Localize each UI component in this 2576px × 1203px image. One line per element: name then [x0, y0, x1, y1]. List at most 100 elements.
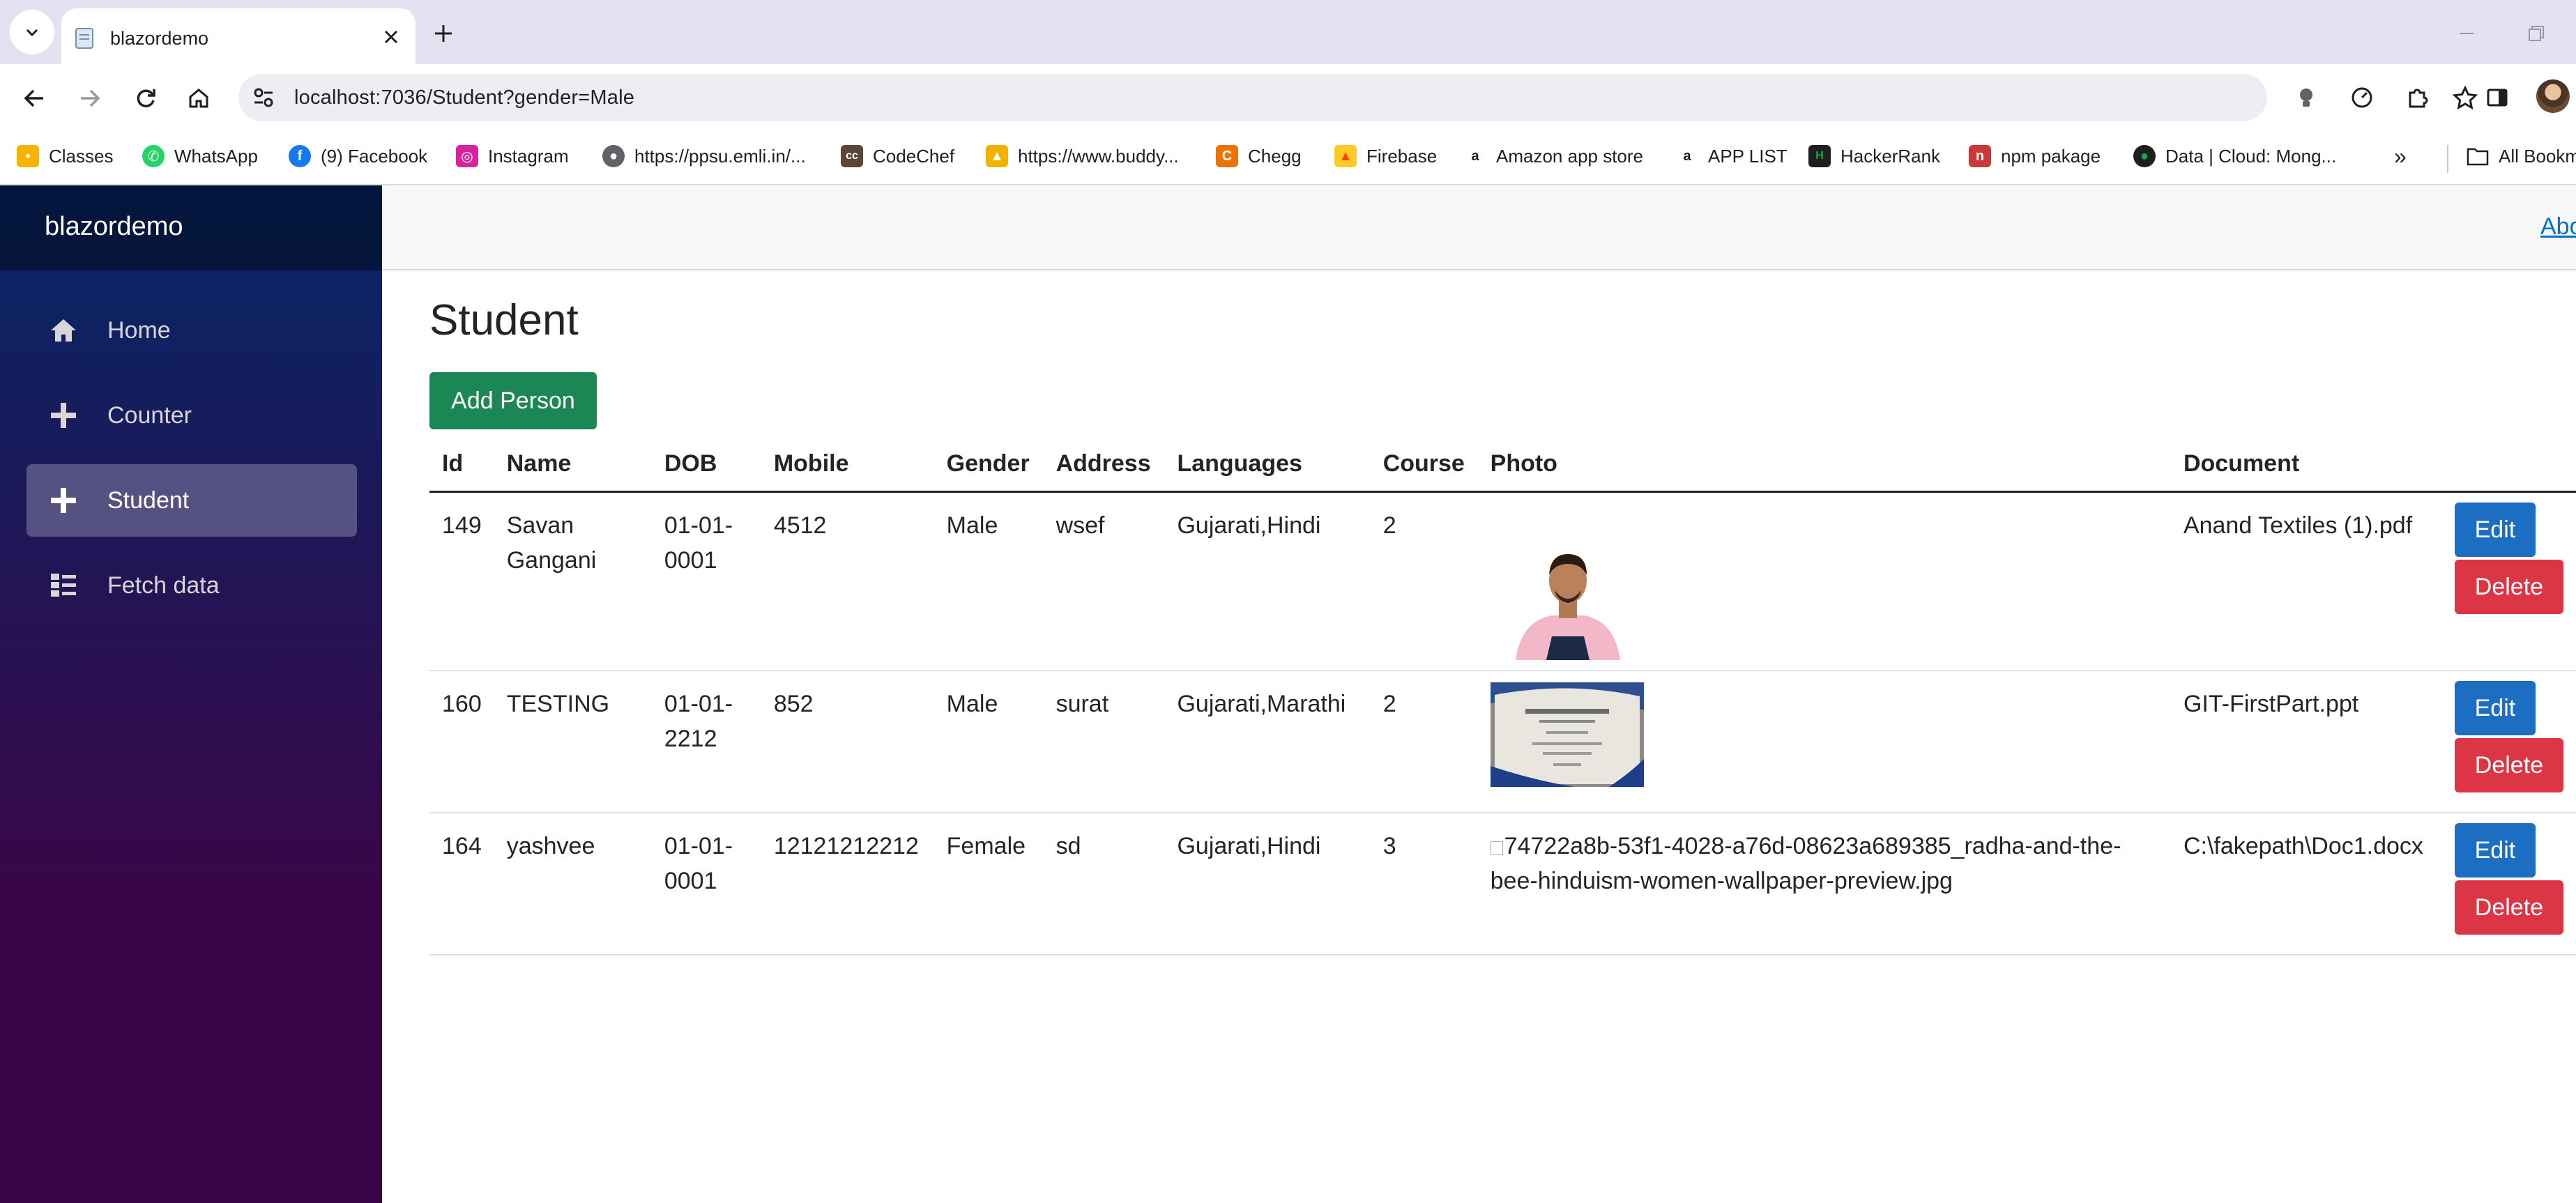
- instagram-icon: ◎: [456, 145, 478, 167]
- home-button[interactable]: [181, 81, 216, 116]
- bookmark-facebook[interactable]: f (9) Facebook: [289, 142, 427, 170]
- bookmark-instagram[interactable]: ◎ Instagram: [456, 142, 569, 170]
- sidebar-item-counter[interactable]: Counter: [26, 379, 357, 452]
- cell-address: sd: [1043, 813, 1165, 956]
- amazon-icon: a: [1676, 145, 1698, 167]
- tab-close-button[interactable]: [379, 25, 403, 49]
- bookmark-label: npm pakage: [2001, 145, 2101, 167]
- lightbulb-icon: [2300, 89, 2312, 107]
- cell-actions: Edit Delete: [2451, 491, 2576, 671]
- bookmark-label: Data | Cloud: Mong...: [2165, 145, 2337, 167]
- bookmark-label: Instagram: [488, 145, 569, 167]
- star-icon[interactable]: [2453, 86, 2478, 111]
- bookmark-whatsapp[interactable]: ✆ WhatsApp: [142, 142, 258, 170]
- profile-avatar[interactable]: [2536, 79, 2570, 113]
- delete-button[interactable]: Delete: [2454, 738, 2563, 792]
- table-row: 164 yashvee 01-01-0001 12121212212 Femal…: [429, 813, 2576, 956]
- plus-icon: [435, 25, 452, 42]
- plus-icon: [47, 484, 79, 516]
- cell-document: C:\fakepath\Doc1.docx: [2170, 813, 2452, 956]
- bookmark-ppsu[interactable]: ● https://ppsu.emli.in/...: [602, 142, 806, 170]
- bookmark-npm[interactable]: n npm pakage: [1969, 142, 2101, 170]
- browser-tab-bar: blazordemo: [0, 0, 2576, 64]
- cell-course: 3: [1370, 813, 1478, 956]
- bookmark-chegg[interactable]: C Chegg: [1216, 142, 1302, 170]
- cell-course: 2: [1370, 491, 1478, 671]
- bookmark-label: APP LIST: [1708, 145, 1788, 167]
- cell-mobile: 4512: [761, 491, 934, 671]
- cell-actions: Edit Delete: [2451, 671, 2576, 813]
- column-header-dob: DOB: [651, 436, 761, 493]
- window-restore-button[interactable]: [2524, 21, 2549, 46]
- chegg-icon: C: [1216, 145, 1238, 167]
- plus-icon: [47, 399, 79, 431]
- puzzle-icon: [2409, 89, 2428, 108]
- students-table: Id Name DOB Mobile Gender Address Langua…: [429, 436, 2576, 956]
- bookmark-classes[interactable]: ▪ Classes: [17, 142, 113, 170]
- about-link[interactable]: About: [2540, 213, 2576, 240]
- sidebar: blazordemo Home Counter Student Fetch da…: [0, 185, 382, 1203]
- edit-button[interactable]: Edit: [2454, 681, 2536, 735]
- edit-button[interactable]: Edit: [2454, 823, 2536, 878]
- bookmarks-bar: ▪ Classes ✆ WhatsApp f (9) Facebook ◎ In…: [0, 131, 2576, 185]
- codechef-icon: cc: [841, 145, 863, 167]
- bookmark-label: WhatsApp: [174, 145, 258, 167]
- certificate-photo: [1490, 682, 1644, 787]
- cell-dob: 01-01-2212: [651, 671, 761, 813]
- bookmark-label: (9) Facebook: [321, 145, 428, 167]
- performance-button[interactable]: [2348, 84, 2376, 112]
- bookmark-codechef[interactable]: cc CodeChef: [841, 142, 954, 170]
- site-info-icon[interactable]: [251, 85, 276, 110]
- sidebar-item-student[interactable]: Student: [26, 464, 357, 537]
- bookmark-amazon-app-store[interactable]: a Amazon app store: [1464, 142, 1643, 170]
- bookmark-firebase[interactable]: ▲ Firebase: [1334, 142, 1437, 170]
- table-row: 160 TESTING 01-01-2212 852 Male surat Gu…: [429, 671, 2576, 813]
- cell-mobile: 852: [761, 671, 934, 813]
- cell-languages: Gujarati,Hindi: [1164, 491, 1371, 671]
- column-header-actions: [2451, 436, 2576, 493]
- list-icon: [47, 569, 79, 602]
- bookmark-label: Firebase: [1366, 145, 1438, 167]
- page-favicon-icon: [75, 28, 93, 49]
- bookmark-hackerrank[interactable]: H HackerRank: [1808, 142, 1940, 170]
- cell-address: surat: [1043, 671, 1165, 813]
- bookmark-all-bookmarks[interactable]: All Bookmarks: [2467, 142, 2576, 170]
- sidebar-item-fetch-data[interactable]: Fetch data: [26, 549, 357, 622]
- cell-dob: 01-01-0001: [651, 813, 761, 956]
- add-person-button[interactable]: Add Person: [429, 372, 597, 429]
- window-minimize-button[interactable]: [2454, 21, 2479, 46]
- hackerrank-icon: H: [1808, 145, 1831, 167]
- amazon-icon: a: [1464, 145, 1486, 167]
- tab-search-button[interactable]: [10, 10, 54, 54]
- new-tab-button[interactable]: [428, 18, 459, 49]
- extensions-button[interactable]: [2404, 84, 2432, 112]
- reload-button[interactable]: [128, 81, 163, 116]
- bookmark-app-list[interactable]: a APP LIST: [1676, 142, 1788, 170]
- app-brand[interactable]: blazordemo: [45, 212, 183, 242]
- bookmark-mongodb[interactable]: ● Data | Cloud: Mong...: [2133, 142, 2336, 170]
- bookmark-buddy[interactable]: ▲ https://www.buddy...: [986, 142, 1179, 170]
- side-panel-button[interactable]: [2483, 84, 2511, 112]
- cell-gender: Male: [933, 671, 1044, 813]
- more-bookmarks-button[interactable]: »: [2394, 144, 2407, 169]
- graduation-cap-icon: ▲: [986, 145, 1008, 167]
- side-panel-icon: [2487, 89, 2508, 107]
- bookmark-label: CodeChef: [873, 145, 955, 167]
- delete-button[interactable]: Delete: [2454, 880, 2563, 935]
- restore-icon: [2529, 26, 2544, 41]
- bookmarks-divider: [2447, 145, 2448, 173]
- sidebar-item-home[interactable]: Home: [26, 294, 357, 367]
- table-row: 149 Savan Gangani 01-01-0001 4512 Male w…: [429, 491, 2576, 671]
- cell-document: Anand Textiles (1).pdf: [2170, 491, 2452, 671]
- mongodb-icon: ●: [2133, 145, 2156, 167]
- delete-button[interactable]: Delete: [2454, 560, 2563, 614]
- back-button[interactable]: [17, 81, 52, 116]
- edit-button[interactable]: Edit: [2454, 503, 2536, 557]
- address-bar[interactable]: localhost:7036/Student?gender=Male: [238, 74, 2478, 121]
- forward-button[interactable]: [73, 81, 107, 116]
- column-header-id: Id: [429, 436, 494, 493]
- lighthouse-extension-button[interactable]: [2292, 84, 2320, 112]
- browser-tab[interactable]: blazordemo: [61, 8, 416, 64]
- browser-toolbar: localhost:7036/Student?gender=Male: [0, 64, 2576, 131]
- facebook-icon: f: [289, 145, 311, 167]
